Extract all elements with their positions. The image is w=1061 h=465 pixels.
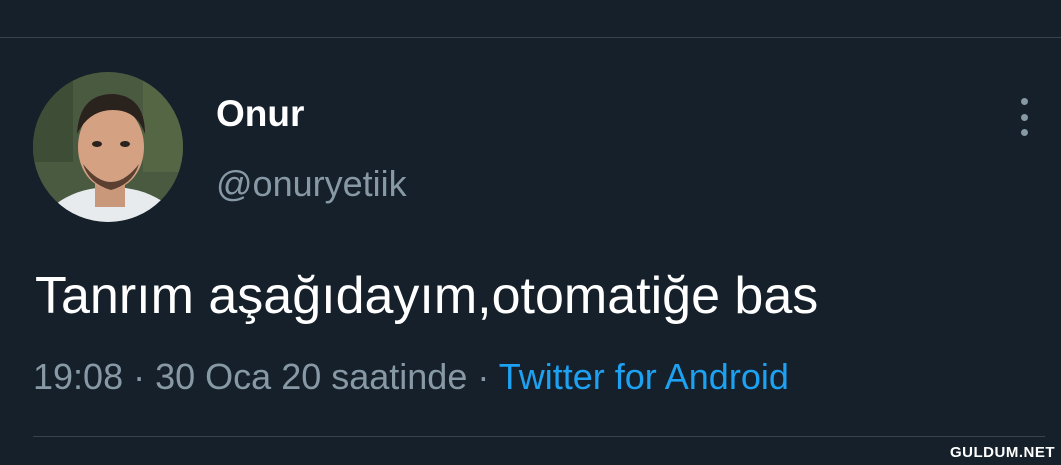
more-dot [1020, 98, 1028, 105]
tweet-text: Tanrım aşağıdayım,otomatiğe bas [35, 267, 819, 325]
display-name[interactable]: Onur [216, 93, 304, 135]
top-divider [0, 37, 1061, 38]
more-dot [1020, 129, 1028, 136]
bottom-divider [33, 436, 1045, 437]
tweet-date[interactable]: 30 Oca 20 saatinde [155, 356, 467, 397]
watermark: GULDUM.NET [950, 444, 1055, 461]
avatar-photo [33, 72, 183, 222]
avatar[interactable] [33, 72, 183, 222]
meta-separator: · [477, 356, 490, 397]
more-options-icon[interactable] [1010, 98, 1038, 136]
more-dot [1020, 113, 1028, 121]
tweet-source-link[interactable]: Twitter for Android [499, 356, 789, 397]
tweet-meta: 19:08 · 30 Oca 20 saatinde · Twitter for… [33, 356, 789, 398]
tweet-time[interactable]: 19:08 [33, 356, 123, 397]
meta-separator: · [133, 356, 146, 397]
user-handle[interactable]: @onuryetiik [216, 163, 407, 205]
